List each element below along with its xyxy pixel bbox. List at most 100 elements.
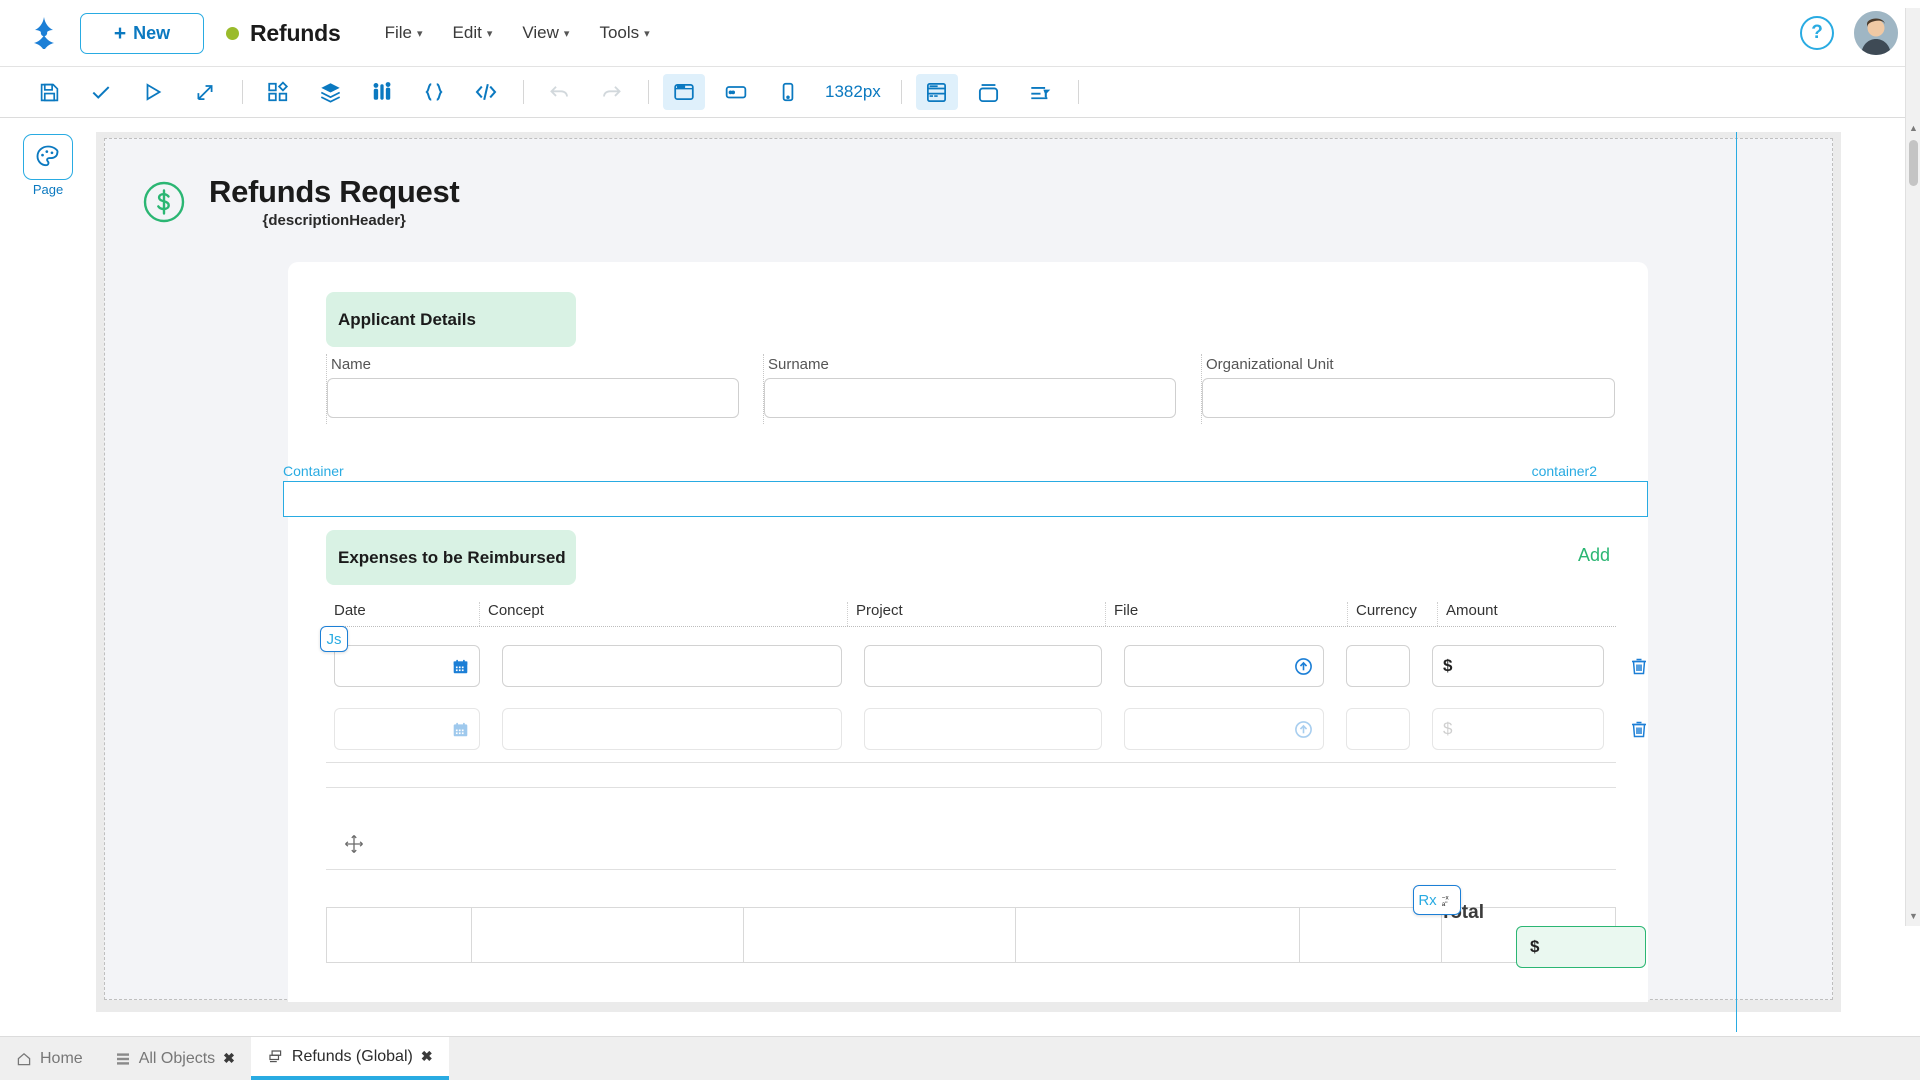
row1-concept-cell[interactable] [502, 643, 842, 689]
row2-currency-input[interactable] [1346, 708, 1410, 750]
sidebar-item-page-label: Page [32, 182, 64, 197]
page-surface[interactable]: Refunds Request {descriptionHeader} Appl… [104, 138, 1833, 1002]
rx-badge[interactable]: Rx −x a" [1413, 885, 1461, 915]
row1-amount-cell[interactable]: $ [1432, 643, 1604, 689]
row1-date-cell[interactable] [334, 643, 480, 689]
scrollbar-thumb[interactable] [1909, 140, 1918, 186]
mobile-view-icon[interactable] [767, 74, 809, 110]
canvas-scrollbar[interactable]: ▲ ▼ [1905, 8, 1920, 926]
row2-date-cell[interactable] [334, 706, 480, 752]
expenses-table-header: Date Concept Project File Currency Amoun… [326, 602, 1616, 627]
panel-layout-icon[interactable] [915, 74, 958, 110]
variables-icon[interactable] [361, 74, 403, 110]
chevron-down-icon: ▾ [563, 27, 570, 40]
total-cell-file [1016, 907, 1300, 963]
row1-file-input[interactable] [1124, 645, 1324, 687]
table-row[interactable]: $ [326, 642, 1656, 690]
filter-lines-icon[interactable] [1020, 74, 1062, 110]
page-header[interactable]: Refunds Request {descriptionHeader} [141, 174, 1812, 229]
row2-concept-cell[interactable] [502, 706, 842, 752]
expenses-section-title[interactable]: Expenses to be Reimbursed [326, 530, 576, 585]
plus-icon: + [113, 21, 127, 45]
redo-icon[interactable] [590, 74, 632, 110]
design-canvas[interactable]: Refunds Request {descriptionHeader} Appl… [96, 132, 1841, 1032]
row2-delete-cell[interactable] [1622, 706, 1656, 752]
share-arrow-icon[interactable] [184, 74, 226, 110]
menu-view[interactable]: View ▾ [522, 23, 569, 43]
desktop-view-icon[interactable] [663, 74, 705, 110]
form-card[interactable]: Applicant Details Name Surname Organizat… [288, 262, 1648, 1002]
row1-date-input[interactable] [334, 645, 480, 687]
menu-edit[interactable]: Edit ▾ [453, 23, 493, 43]
column-project: Project [848, 602, 1106, 626]
gx-logo-icon[interactable] [22, 11, 66, 55]
tablet-view-icon[interactable] [715, 74, 757, 110]
card-layout-icon[interactable] [968, 74, 1010, 110]
save-icon[interactable] [28, 74, 70, 110]
row2-file-cell[interactable] [1124, 706, 1324, 752]
row2-concept-input[interactable] [502, 708, 842, 750]
container-label-right[interactable]: container2 [1532, 463, 1597, 479]
add-expense-link[interactable]: Add [1578, 545, 1610, 566]
play-icon[interactable] [132, 74, 174, 110]
new-button[interactable]: + New [80, 12, 204, 54]
calendar-icon[interactable] [452, 721, 469, 738]
table-row[interactable]: $ [326, 705, 1656, 753]
row1-file-cell[interactable] [1124, 643, 1324, 689]
trash-icon[interactable] [1629, 719, 1649, 739]
menu-file[interactable]: File ▾ [385, 23, 423, 43]
organizational-unit-field[interactable] [1202, 378, 1615, 418]
row2-project-cell[interactable] [864, 706, 1102, 752]
svg-text:a": a" [1441, 900, 1447, 907]
tab-all-objects[interactable]: All Objects ✖ [99, 1037, 251, 1080]
dollar-circle-icon [141, 179, 187, 225]
check-icon[interactable] [80, 74, 122, 110]
row2-amount-prefix: $ [1443, 719, 1453, 738]
workspace: Page Refunds Request {descriptionHeader}… [0, 8, 1920, 1036]
avatar[interactable] [1854, 11, 1898, 55]
row2-project-input[interactable] [864, 708, 1102, 750]
row1-currency-cell[interactable] [1346, 643, 1410, 689]
braces-icon[interactable] [413, 74, 455, 110]
tab-home[interactable]: Home [0, 1037, 99, 1080]
toolbar-divider [1077, 80, 1079, 104]
close-icon[interactable]: ✖ [223, 1050, 235, 1067]
row1-concept-input[interactable] [502, 645, 842, 687]
components-icon[interactable] [257, 74, 299, 110]
row1-amount-input[interactable]: $ [1432, 645, 1604, 687]
surname-field[interactable] [764, 378, 1176, 418]
total-amount-field[interactable]: $ [1516, 926, 1646, 968]
container-label-left[interactable]: Container [283, 463, 344, 479]
section-divider [326, 869, 1616, 870]
layers-icon[interactable] [309, 74, 351, 110]
alignment-guide [1736, 132, 1737, 1032]
js-badge[interactable]: Js [320, 626, 348, 652]
code-icon[interactable] [465, 74, 507, 110]
undo-icon[interactable] [538, 74, 580, 110]
row1-project-cell[interactable] [864, 643, 1102, 689]
row1-delete-cell[interactable] [1622, 643, 1656, 689]
help-icon[interactable]: ? [1800, 16, 1834, 50]
row1-project-input[interactable] [864, 645, 1102, 687]
row2-currency-cell[interactable] [1346, 706, 1410, 752]
menu-tools[interactable]: Tools ▾ [599, 23, 649, 43]
scroll-down-arrow[interactable]: ▼ [1906, 908, 1920, 924]
upload-icon[interactable] [1294, 720, 1313, 739]
upload-icon[interactable] [1294, 657, 1313, 676]
close-icon[interactable]: ✖ [421, 1048, 433, 1065]
row2-amount-cell[interactable]: $ [1432, 706, 1604, 752]
selected-container[interactable] [283, 481, 1648, 517]
row2-amount-input[interactable]: $ [1432, 708, 1604, 750]
trash-icon[interactable] [1629, 656, 1649, 676]
sidebar-item-page[interactable]: Page [20, 134, 76, 197]
name-field[interactable] [327, 378, 739, 418]
row2-date-input[interactable] [334, 708, 480, 750]
viewport-width-label[interactable]: 1382px [825, 82, 881, 102]
move-handle-icon[interactable] [344, 834, 364, 859]
row1-currency-input[interactable] [1346, 645, 1410, 687]
applicant-details-title[interactable]: Applicant Details [326, 292, 576, 347]
row2-file-input[interactable] [1124, 708, 1324, 750]
calendar-icon[interactable] [452, 658, 469, 675]
scroll-up-arrow[interactable]: ▲ [1906, 120, 1920, 136]
tab-refunds-global[interactable]: Refunds (Global) ✖ [250, 1037, 449, 1080]
